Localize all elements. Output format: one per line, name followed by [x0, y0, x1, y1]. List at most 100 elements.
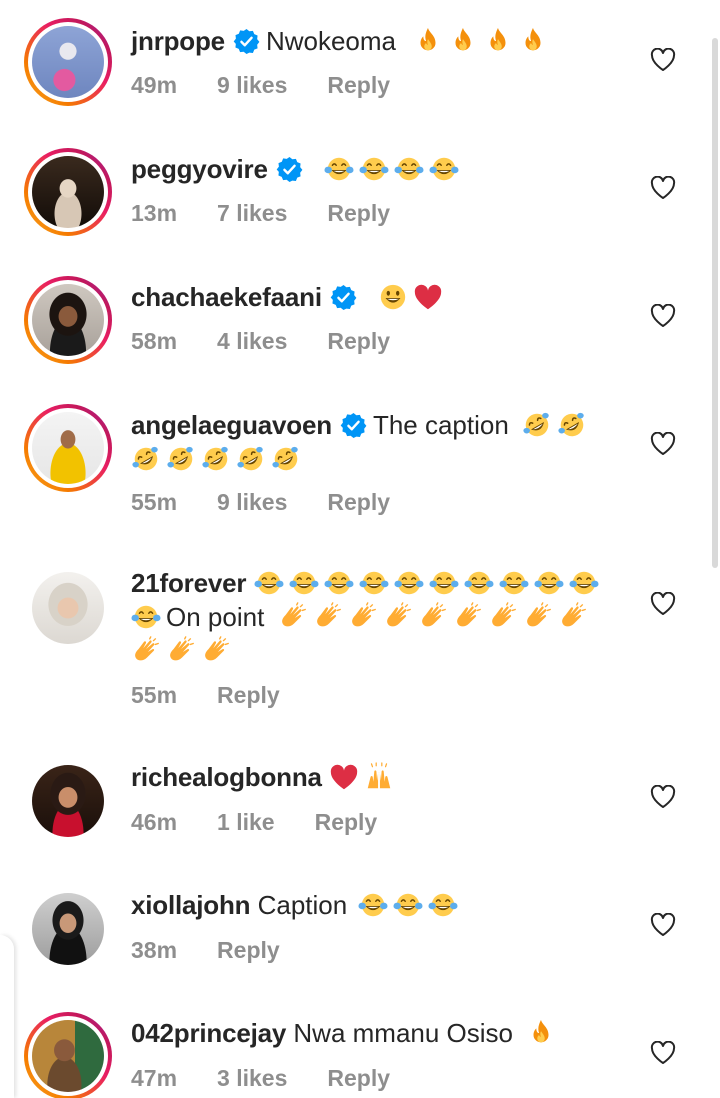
- avatar-story-ring[interactable]: [24, 404, 112, 492]
- comment-time: 46m: [131, 809, 178, 835]
- comment-username[interactable]: chachaekefaani: [131, 282, 322, 312]
- comment-likes[interactable]: 3 likes: [217, 1065, 287, 1092]
- reply-button[interactable]: Reply: [327, 489, 390, 516]
- like-heart-icon[interactable]: [650, 176, 676, 200]
- tears-of-joy-emoji-icon: [464, 568, 494, 598]
- reply-button[interactable]: Reply: [315, 809, 378, 836]
- comment-likes[interactable]: 9 likes: [217, 72, 287, 99]
- comment-time: 38m: [131, 937, 178, 963]
- rofl-emoji-icon: [236, 444, 266, 474]
- comment-text: Caption: [257, 890, 348, 920]
- reply-button[interactable]: Reply: [327, 72, 390, 99]
- reply-button[interactable]: Reply: [327, 1065, 390, 1092]
- verified-badge-icon: [233, 28, 260, 55]
- like-heart-icon[interactable]: [650, 785, 676, 809]
- avatar: [32, 412, 104, 484]
- clap-emoji-icon: [131, 636, 161, 666]
- avatar[interactable]: [32, 765, 104, 837]
- comment-time: 49m: [131, 72, 178, 98]
- tears-of-joy-emoji-icon: [569, 568, 599, 598]
- comment-username[interactable]: xiollajohn: [131, 890, 251, 920]
- comment-text: On point: [166, 602, 265, 632]
- tears-of-joy-emoji-icon: [324, 154, 354, 184]
- clap-emoji-icon: [166, 636, 196, 666]
- avatar[interactable]: [32, 893, 104, 965]
- fire-emoji-icon: [413, 26, 443, 56]
- tears-of-joy-emoji-icon: [499, 568, 529, 598]
- avatar: [32, 1020, 104, 1092]
- like-heart-icon[interactable]: [650, 1041, 676, 1065]
- avatar: [32, 156, 104, 228]
- clap-emoji-icon: [488, 602, 518, 632]
- tears-of-joy-emoji-icon: [394, 154, 424, 184]
- avatar-story-ring[interactable]: [24, 18, 112, 106]
- comment-username[interactable]: jnrpope: [131, 26, 225, 56]
- verified-badge-icon: [330, 284, 357, 311]
- comment-text: Nwokeoma: [265, 26, 396, 56]
- comment-text: The caption: [372, 410, 509, 440]
- avatar-story-ring[interactable]: [24, 1012, 112, 1098]
- tears-of-joy-emoji-icon: [428, 890, 458, 920]
- comment-likes[interactable]: 4 likes: [217, 328, 287, 355]
- fire-emoji-icon: [448, 26, 478, 56]
- verified-badge-icon: [276, 156, 303, 183]
- comment-username[interactable]: 21forever: [131, 568, 246, 598]
- rofl-emoji-icon: [557, 410, 587, 440]
- comment-likes[interactable]: 1 like: [217, 809, 275, 836]
- fire-emoji-icon: [526, 1018, 556, 1048]
- clap-emoji-icon: [348, 602, 378, 632]
- clap-emoji-icon: [418, 602, 448, 632]
- tears-of-joy-emoji-icon: [534, 568, 564, 598]
- comment-likes[interactable]: 7 likes: [217, 200, 287, 227]
- comment-time: 13m: [131, 200, 178, 226]
- reply-button[interactable]: Reply: [327, 200, 390, 227]
- clap-emoji-icon: [453, 602, 483, 632]
- like-heart-icon[interactable]: [650, 432, 676, 456]
- like-heart-icon[interactable]: [650, 592, 676, 616]
- rofl-emoji-icon: [271, 444, 301, 474]
- red-heart-emoji-icon: [329, 762, 359, 792]
- comment-username[interactable]: 042princejay: [131, 1018, 286, 1048]
- verified-badge-icon: [340, 412, 367, 439]
- reply-button[interactable]: Reply: [217, 937, 280, 964]
- like-heart-icon[interactable]: [650, 304, 676, 328]
- rofl-emoji-icon: [131, 444, 161, 474]
- avatar: [32, 284, 104, 356]
- avatar-story-ring[interactable]: [24, 148, 112, 236]
- fire-emoji-icon: [518, 26, 548, 56]
- tears-of-joy-emoji-icon: [359, 568, 389, 598]
- side-panel-edge: [0, 935, 14, 1098]
- reply-button[interactable]: Reply: [217, 682, 280, 709]
- tears-of-joy-emoji-icon: [394, 568, 424, 598]
- comment-text: Nwa mmanu Osiso: [293, 1018, 514, 1048]
- clap-emoji-icon: [313, 602, 343, 632]
- like-heart-icon[interactable]: [650, 913, 676, 937]
- clap-emoji-icon: [383, 602, 413, 632]
- like-heart-icon[interactable]: [650, 48, 676, 72]
- rofl-emoji-icon: [166, 444, 196, 474]
- comment-time: 55m: [131, 489, 178, 515]
- fire-emoji-icon: [483, 26, 513, 56]
- comment-username[interactable]: angelaeguavoen: [131, 410, 332, 440]
- tears-of-joy-emoji-icon: [429, 154, 459, 184]
- reply-button[interactable]: Reply: [327, 328, 390, 355]
- avatar-story-ring[interactable]: [24, 276, 112, 364]
- clap-emoji-icon: [558, 602, 588, 632]
- comment-time: 58m: [131, 328, 178, 354]
- rofl-emoji-icon: [201, 444, 231, 474]
- avatar[interactable]: [32, 572, 104, 644]
- tears-of-joy-emoji-icon: [289, 568, 319, 598]
- red-heart-emoji-icon: [413, 282, 443, 312]
- grinning-emoji-icon: [378, 282, 408, 312]
- comment-time: 47m: [131, 1065, 178, 1091]
- tears-of-joy-emoji-icon: [393, 890, 423, 920]
- scrollbar[interactable]: [712, 38, 718, 568]
- comment-username[interactable]: richealogbonna: [131, 762, 322, 792]
- comment-likes[interactable]: 9 likes: [217, 489, 287, 516]
- raised-hands-emoji-icon: [364, 762, 394, 792]
- rofl-emoji-icon: [522, 410, 552, 440]
- clap-emoji-icon: [201, 636, 231, 666]
- comment-username[interactable]: peggyovire: [131, 154, 268, 184]
- tears-of-joy-emoji-icon: [359, 154, 389, 184]
- avatar: [32, 26, 104, 98]
